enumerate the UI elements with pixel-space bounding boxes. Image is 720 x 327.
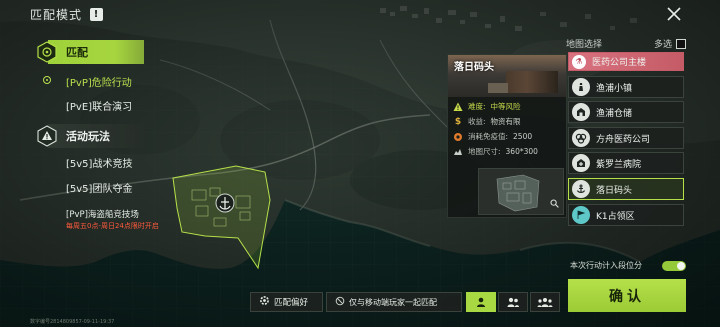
region-item-label: 渔浦仓储 [596, 108, 633, 119]
region-item-ark-pharma[interactable]: 方舟医药公司 [568, 127, 684, 149]
active-item-indicator-icon [43, 76, 51, 84]
match-preference-label: 匹配偏好 [274, 298, 309, 308]
location-cost-row: 消耗免疫值: 2500 [448, 129, 566, 144]
location-name: 落日码头 [454, 62, 494, 73]
location-loot-value: 物资有限 [490, 117, 521, 126]
menu-item-5v5-gold[interactable]: [5v5]团队夺金 [66, 180, 132, 195]
region-item-sunset-dock[interactable]: 落日码头 [568, 178, 684, 200]
multi-select-label: 多选 [653, 40, 672, 50]
warning-triangle-icon [453, 102, 463, 112]
duo-icon [506, 293, 520, 312]
mobile-only-match-label: 仅与移动端玩家一起匹配 [349, 297, 437, 307]
region-item-label: 落日码头 [596, 185, 633, 196]
region-item-label: K1占领区 [596, 211, 635, 222]
region-item-k1-zone[interactable]: K1占领区 [568, 204, 684, 226]
no-sign-icon [335, 296, 345, 308]
menu-section-match[interactable]: 匹配 [36, 40, 144, 64]
region-item-violet-hospital[interactable]: 紫罗兰病院 [568, 152, 684, 174]
region-item-label: 紫罗兰病院 [596, 159, 642, 170]
location-cost-label: 消耗免疫值: [468, 132, 509, 141]
location-size-value: 360*300 [505, 147, 538, 156]
location-size-label: 地图尺寸: [468, 147, 501, 156]
alert-badge-icon[interactable]: ! [90, 8, 104, 21]
dollar-icon: $ [454, 116, 462, 127]
menu-section-event[interactable]: 活动玩法 [36, 124, 144, 148]
region-list-header: 地图选择 多选 [566, 37, 686, 50]
page-title-text: 匹配模式 [30, 8, 83, 22]
anchor-icon [572, 180, 590, 198]
location-danger-row: 难度: 中等风险 [448, 99, 566, 114]
region-list-title: 地图选择 [566, 40, 603, 50]
immunity-icon [453, 132, 463, 142]
confirm-button[interactable]: 确认 [568, 279, 686, 312]
close-icon [667, 7, 681, 21]
gear-icon [259, 295, 270, 309]
menu-item-5v5-tactical[interactable]: [5v5]战术竞技 [66, 155, 132, 170]
location-info-card: 落日码头 难度: 中等风险 $ 收益: 物资有限 消耗免疫值: 2500 地图尺… [447, 54, 567, 218]
mobile-only-match-button[interactable]: 仅与移动端玩家一起匹配 [326, 292, 462, 312]
menu-section-event-label: 活动玩法 [48, 124, 144, 148]
location-loot-row: $ 收益: 物资有限 [448, 114, 566, 129]
lighthouse-icon [572, 78, 590, 96]
region-item-label: 渔浦小镇 [596, 83, 633, 94]
location-minimap-thumbnail[interactable] [478, 168, 564, 215]
pirate-arena-schedule-note: 每周五0点-周日24点限时开启 [66, 222, 159, 230]
rank-score-toggle-label: 本次行动计入段位分 [570, 261, 642, 270]
biohazard-icon [572, 129, 590, 147]
session-id-text: 数字编号2814809857-09-11-19:37 [30, 319, 115, 325]
menu-item-pve-joint[interactable]: [PvE]联合演习 [66, 98, 132, 113]
menu-item-pirate-arena[interactable]: [PvP]海盗船竞技场 [66, 208, 139, 220]
warning-hex-icon [36, 125, 58, 147]
location-cost-value: 2500 [513, 132, 533, 141]
anchor-marker-icon [215, 193, 235, 213]
region-item-label: 方舟医药公司 [596, 134, 651, 145]
menu-section-match-label: 匹配 [48, 40, 144, 64]
multi-select-toggle[interactable]: 多选 [654, 37, 686, 50]
team-mode-squad-button[interactable] [530, 292, 560, 312]
location-danger-label: 难度: [468, 102, 486, 111]
map-size-icon [453, 147, 463, 157]
region-item-label: 医药公司主楼 [592, 58, 647, 68]
hospital-icon [572, 154, 590, 172]
match-preference-button[interactable]: 匹配偏好 [250, 292, 323, 312]
flask-icon: ⚗ [572, 54, 586, 69]
menu-item-pvp-danger[interactable]: [PvP]危险行动 [66, 74, 132, 89]
location-size-row: 地图尺寸: 360*300 [448, 144, 566, 159]
target-hex-icon [36, 41, 58, 63]
multi-select-checkbox[interactable] [676, 38, 686, 49]
solo-icon [475, 293, 487, 312]
warehouse-icon [572, 103, 590, 121]
location-loot-label: 收益: [468, 117, 486, 126]
region-item-fishing-town[interactable]: 渔浦小镇 [568, 76, 684, 98]
location-photo: 落日码头 [448, 55, 566, 97]
rank-score-toggle-row: 本次行动计入段位分 [570, 260, 686, 271]
region-item-fishing-warehouse[interactable]: 渔浦仓储 [568, 101, 684, 123]
flag-icon [572, 206, 590, 224]
team-mode-duo-button[interactable] [498, 292, 528, 312]
close-button[interactable] [664, 4, 684, 24]
page-title: 匹配模式 ! [30, 6, 104, 23]
zoom-magnifier-icon[interactable] [550, 199, 559, 211]
rank-score-toggle[interactable] [662, 260, 686, 271]
team-mode-solo-button[interactable] [466, 292, 496, 312]
location-danger-value: 中等风险 [490, 102, 521, 111]
region-item-pharma-main[interactable]: ⚗ 医药公司主楼 [568, 52, 684, 71]
squad-icon [537, 293, 553, 312]
